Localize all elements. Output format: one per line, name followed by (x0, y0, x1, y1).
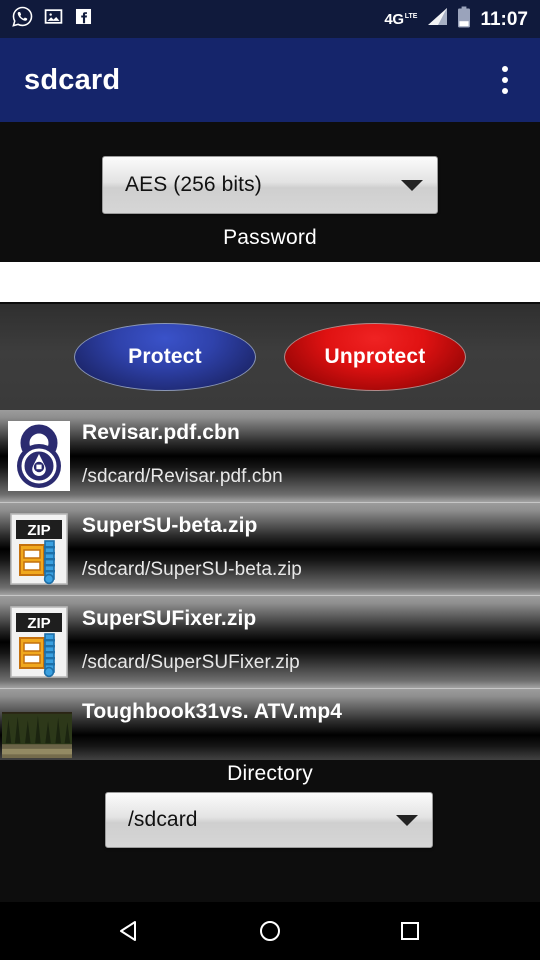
list-item[interactable]: ZIP (0, 503, 540, 596)
file-icon-container: ZIP (6, 606, 72, 678)
nav-back-button[interactable] (100, 902, 160, 960)
zip-file-icon: ZIP (10, 513, 68, 585)
nav-recents-button[interactable] (380, 902, 440, 960)
action-button-band: Protect Unprotect (0, 304, 540, 410)
chevron-down-icon (396, 814, 418, 826)
chevron-down-icon (401, 179, 423, 191)
file-name: Toughbook31vs. ATV.mp4 (82, 699, 343, 723)
file-path: /sdcard/Revisar.pdf.cbn (82, 465, 283, 487)
svg-text:ZIP: ZIP (27, 522, 50, 539)
file-icon-container (2, 700, 72, 760)
file-text-block: Toughbook31vs. ATV.mp4 (82, 689, 540, 760)
status-bar: 4G LTE 11:07 (0, 0, 540, 38)
algorithm-spinner-value: AES (256 bits) (125, 173, 262, 196)
status-clock: 11:07 (480, 8, 528, 30)
gallery-image-icon (44, 7, 63, 31)
phone-screen: 4G LTE 11:07 sdcard AES (256 bits) Passw… (0, 0, 540, 960)
app-bar: sdcard (0, 38, 540, 122)
facebook-icon (74, 7, 93, 31)
status-system-icons: 4G LTE 11:07 (384, 6, 528, 33)
unprotect-button[interactable]: Unprotect (284, 323, 466, 391)
algorithm-spinner[interactable]: AES (256 bits) (102, 156, 438, 214)
overflow-dot (502, 77, 508, 83)
overflow-dot (502, 88, 508, 94)
password-label: Password (223, 226, 317, 249)
list-item[interactable]: Revisar.pdf.cbn /sdcard/Revisar.pdf.cbn (0, 410, 540, 503)
padlock-icon (8, 421, 70, 491)
directory-spinner-value: /sdcard (128, 808, 198, 831)
overflow-menu-icon[interactable] (488, 58, 522, 102)
file-name: Revisar.pdf.cbn (82, 420, 240, 444)
file-text-block: SuperSU-beta.zip /sdcard/SuperSU-beta.zi… (82, 503, 540, 595)
video-thumbnail-icon (2, 711, 72, 759)
protect-button[interactable]: Protect (74, 323, 256, 391)
back-triangle-icon (120, 921, 136, 941)
network-type-label: 4G LTE (384, 10, 418, 28)
recents-square-icon (401, 922, 419, 940)
file-text-block: Revisar.pdf.cbn /sdcard/Revisar.pdf.cbn (82, 410, 540, 502)
list-item[interactable]: ZIP (0, 596, 540, 689)
file-path (82, 735, 540, 761)
file-path: /sdcard/SuperSU-beta.zip (82, 558, 302, 580)
home-circle-icon (260, 921, 280, 941)
file-text-block: SuperSUFixer.zip /sdcard/SuperSUFixer.zi… (82, 596, 540, 688)
file-name: SuperSU-beta.zip (82, 513, 258, 537)
main-content: AES (256 bits) Password Protect Unprotec… (0, 122, 540, 902)
battery-low-icon (457, 6, 471, 33)
file-icon-container: ZIP (6, 513, 72, 585)
whatsapp-icon (12, 6, 33, 32)
page-title: sdcard (24, 63, 121, 96)
file-path: /sdcard/SuperSUFixer.zip (82, 651, 300, 673)
unprotect-button-label: Unprotect (324, 345, 426, 368)
password-input[interactable] (0, 262, 540, 302)
file-icon-container (6, 421, 72, 491)
android-nav-bar (0, 902, 540, 960)
file-name: SuperSUFixer.zip (82, 606, 257, 630)
status-notification-icons (12, 6, 93, 32)
overflow-dot (502, 66, 508, 72)
directory-label: Directory (227, 762, 313, 785)
signal-bars-icon (426, 7, 448, 31)
protect-button-label: Protect (128, 345, 202, 368)
nav-home-button[interactable] (240, 902, 300, 960)
file-list[interactable]: Revisar.pdf.cbn /sdcard/Revisar.pdf.cbn … (0, 410, 540, 760)
directory-spinner[interactable]: /sdcard (105, 792, 433, 848)
zip-file-icon: ZIP (10, 606, 68, 678)
list-item[interactable]: Toughbook31vs. ATV.mp4 (0, 689, 540, 760)
svg-text:ZIP: ZIP (27, 615, 50, 632)
